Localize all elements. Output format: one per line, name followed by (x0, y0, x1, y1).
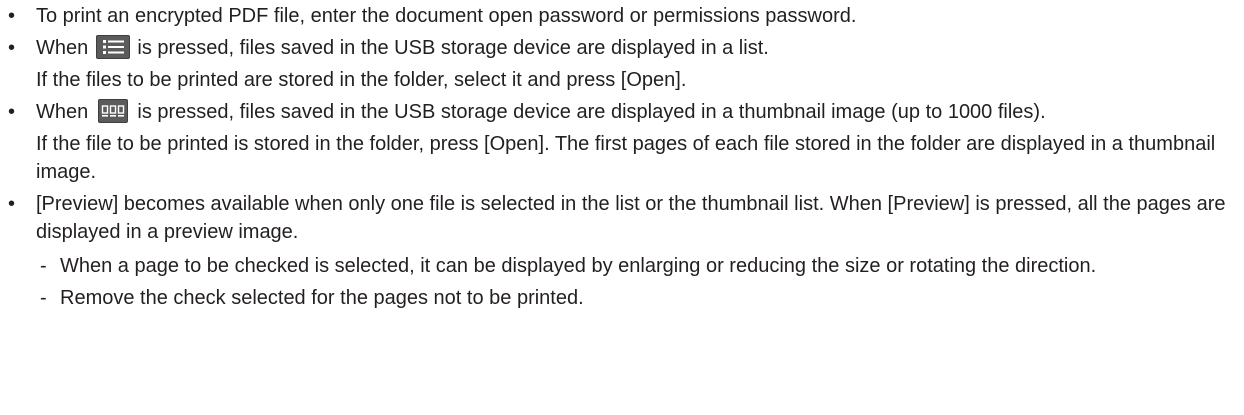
note-text: When is pressed, files saved in the USB … (36, 98, 1244, 126)
thumbnail-view-icon (97, 98, 128, 123)
note-text: When is pressed, files saved in the USB … (36, 34, 1244, 62)
note-preview: • [Preview] becomes available when only … (0, 190, 1244, 312)
sub-note-text: When a page to be checked is selected, i… (60, 255, 1097, 277)
sub-note-text: Remove the check selected for the pages … (60, 287, 584, 309)
sub-note-remove-check: - Remove the check selected for the page… (36, 284, 1244, 312)
note-encrypted-pdf: • To print an encrypted PDF file, enter … (0, 2, 1244, 30)
dash-marker: - (40, 287, 47, 309)
note-text-second-line: If the file to be printed is stored in t… (36, 133, 1216, 183)
note-text: To print an encrypted PDF file, enter th… (36, 5, 857, 27)
list-view-icon (95, 34, 130, 59)
note-text-end: is pressed, files saved in the USB stora… (137, 37, 769, 59)
note-list-view: • When is pressed, files saved in the US… (0, 34, 1244, 94)
bullet-marker: • (8, 5, 16, 27)
sub-note-enlarge-rotate: - When a page to be checked is selected,… (36, 252, 1244, 280)
note-text-start: When (36, 101, 89, 123)
note-text-start: When (36, 37, 89, 59)
dash-marker: - (40, 255, 47, 277)
note-text-second-line: If the files to be printed are stored in… (36, 69, 687, 91)
document-page: • To print an encrypted PDF file, enter … (0, 0, 1244, 415)
note-thumbnail-view: • When is pressed, files saved in the US… (0, 98, 1244, 186)
thumbnail-view-icon-graphic (101, 105, 125, 117)
note-text: [Preview] becomes available when only on… (36, 193, 1226, 243)
note-text-end: is pressed, files saved in the USB stora… (137, 101, 1046, 123)
notes-list: • To print an encrypted PDF file, enter … (0, 2, 1244, 312)
bullet-marker: • (8, 37, 16, 59)
bullet-marker: • (8, 193, 16, 215)
list-view-icon-graphic (102, 39, 124, 54)
bullet-marker: • (8, 101, 16, 123)
preview-sub-list: - When a page to be checked is selected,… (36, 252, 1244, 312)
